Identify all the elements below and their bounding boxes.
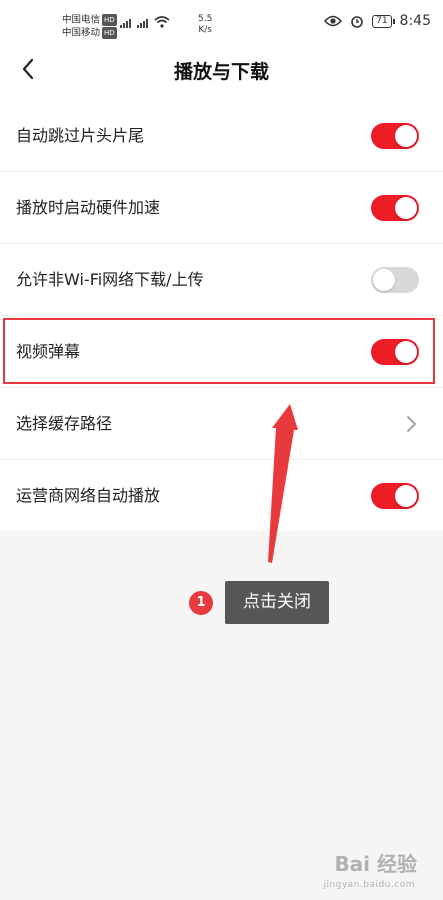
annotation-tooltip: 点击关闭 <box>225 581 329 624</box>
setting-danmaku[interactable]: 视频弹幕 <box>0 316 443 388</box>
toggle-knob <box>395 341 417 363</box>
carrier-autoplay-toggle[interactable] <box>371 483 419 509</box>
signal-icon <box>137 19 148 28</box>
page-title: 播放与下载 <box>173 61 269 83</box>
setting-cache-path[interactable]: 选择缓存路径 <box>0 388 443 460</box>
setting-label: 选择缓存路径 <box>16 414 113 433</box>
carrier-2: 中国移动 <box>62 27 101 38</box>
hardware-acceleration-toggle[interactable] <box>371 195 419 221</box>
status-right: 71 8:45 <box>324 13 431 29</box>
setting-label: 播放时启动硬件加速 <box>16 198 161 217</box>
step-number-badge: 1 <box>189 591 213 615</box>
signal-icon <box>120 19 131 28</box>
danmaku-toggle[interactable] <box>371 339 419 365</box>
setting-non-wifi-transfer[interactable]: 允许非Wi-Fi网络下载/上传 <box>0 244 443 316</box>
speed-unit: K/s <box>198 25 212 35</box>
skip-intro-toggle[interactable] <box>371 123 419 149</box>
setting-hardware-acceleration[interactable]: 播放时启动硬件加速 <box>0 172 443 244</box>
toggle-knob <box>395 125 417 147</box>
toggle-knob <box>373 269 395 291</box>
non-wifi-transfer-toggle[interactable] <box>371 267 419 293</box>
setting-carrier-autoplay[interactable]: 运营商网络自动播放 <box>0 460 443 531</box>
settings-list: 自动跳过片头片尾 播放时启动硬件加速 允许非Wi-Fi网络下载/上传 视频弹幕 … <box>0 100 443 531</box>
watermark-url: jingyan.baidu.com <box>323 880 415 890</box>
hd-badge-1: HD <box>102 14 117 26</box>
setting-label: 运营商网络自动播放 <box>16 486 161 505</box>
carrier-info: 中国电信 HD 中国移动 HD <box>62 14 117 39</box>
hd-badge-2: HD <box>102 26 117 39</box>
setting-label: 允许非Wi-Fi网络下载/上传 <box>16 270 204 289</box>
nav-bar: 播放与下载 <box>0 40 443 100</box>
toggle-knob <box>395 197 417 219</box>
wifi-icon <box>154 16 170 28</box>
battery-icon: 71 <box>372 14 396 28</box>
status-bar: 中国电信 HD 中国移动 HD 5.5 K/s 71 8:45 <box>0 0 443 40</box>
watermark-text: Bai 经验 <box>334 852 417 876</box>
carrier-1: 中国电信 <box>62 14 101 26</box>
setting-label: 自动跳过片头片尾 <box>16 126 145 145</box>
watermark: Bai 经验 <box>327 848 417 877</box>
eye-icon <box>324 15 343 27</box>
setting-label: 视频弹幕 <box>16 342 81 361</box>
clock: 8:45 <box>399 13 431 29</box>
setting-skip-intro[interactable]: 自动跳过片头片尾 <box>0 100 443 172</box>
speed-value: 5.5 <box>198 14 213 24</box>
alarm-icon <box>351 16 363 28</box>
chevron-right-icon <box>407 416 416 432</box>
toggle-knob <box>395 485 417 507</box>
signal-icons <box>120 16 170 28</box>
network-speed: 5.5 K/s <box>198 14 212 36</box>
